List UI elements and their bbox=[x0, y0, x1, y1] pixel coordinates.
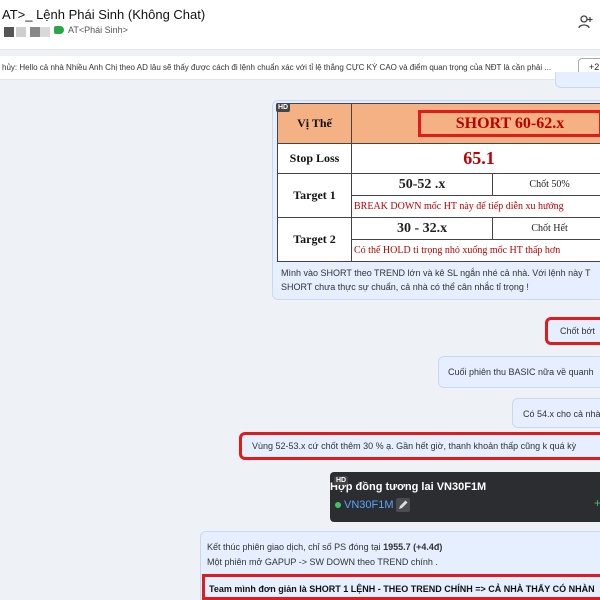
summary-prefix: Kết thúc phiên giao dịch, chỉ số PS đóng… bbox=[207, 542, 384, 552]
summary-line-3: Team mình đơn giản là SHORT 1 LỆNH - THE… bbox=[202, 574, 600, 600]
contract-card[interactable] bbox=[330, 472, 600, 522]
card-code[interactable]: VN30F1M bbox=[344, 499, 394, 511]
message-bubble[interactable] bbox=[555, 72, 600, 88]
chat-title[interactable]: AT>_ Lệnh Phái Sinh (Không Chat) bbox=[2, 7, 205, 22]
target2-value: 30 - 32.x bbox=[350, 217, 494, 240]
member-avatar-4[interactable] bbox=[40, 27, 50, 37]
chat-header: AT>_ Lệnh Phái Sinh (Không Chat) AT<Phái… bbox=[0, 0, 600, 50]
message-chot-bot[interactable]: Chốt bớt bbox=[545, 317, 600, 345]
hd-badge: HD bbox=[276, 103, 291, 112]
label-tag[interactable]: AT<Phái Sinh> bbox=[68, 25, 128, 35]
index-close-value: 1955.7 (+4.4đ) bbox=[383, 542, 443, 552]
target1-note: BREAK DOWN mốc HT này để tiếp diễn xu hư… bbox=[351, 195, 600, 218]
summary-line-1: Kết thúc phiên giao dịch, chỉ số PS đóng… bbox=[207, 542, 442, 552]
target2-label: Target 2 bbox=[277, 217, 352, 262]
member-avatar-1[interactable] bbox=[4, 27, 14, 37]
vithe-value: SHORT 60-62.x bbox=[418, 110, 600, 137]
add-member-icon[interactable] bbox=[578, 14, 594, 30]
signal-table[interactable]: Vị Thế SHORT 60-62.x Stop Loss 65.1 Targ… bbox=[277, 103, 600, 262]
message-cuoi-phien[interactable]: Cuối phiên thu BASIC nữa về quanh bbox=[438, 356, 600, 388]
tag-icon bbox=[54, 26, 64, 34]
image-caption: Mình vào SHORT theo TREND lớn và kê SL n… bbox=[281, 268, 591, 292]
stoploss-label: Stop Loss bbox=[277, 143, 352, 174]
card-hd-badge: HD bbox=[334, 476, 349, 485]
target1-value: 50-52 .x bbox=[350, 173, 494, 196]
member-avatar-3[interactable] bbox=[30, 27, 40, 37]
status-dot-icon bbox=[335, 502, 341, 508]
target2-note: Có thể HOLD tỉ trọng nhỏ xuống mốc HT th… bbox=[351, 239, 600, 262]
target2-action: Chốt Hết bbox=[492, 217, 600, 240]
pencil-icon[interactable] bbox=[396, 498, 410, 512]
pinned-message-text: hủy: Hello cả nhà Nhiều Anh Chị theo AD … bbox=[2, 63, 552, 72]
stoploss-value: 65.1 bbox=[351, 143, 600, 174]
target1-action: Chốt 50% bbox=[492, 173, 600, 196]
target1-label: Target 1 bbox=[277, 173, 352, 218]
message-vung-52[interactable]: Vùng 52-53.x cứ chốt thêm 30 % ạ. Gần hế… bbox=[239, 432, 600, 460]
card-title[interactable]: Hợp đồng tương lai VN30F1M bbox=[330, 481, 486, 493]
card-plus[interactable]: + bbox=[594, 496, 600, 510]
summary-line-2: Một phiên mở GAPUP -> SW DOWN theo TREND… bbox=[207, 557, 438, 567]
pinned-message-bar[interactable]: hủy: Hello cả nhà Nhiều Anh Chị theo AD … bbox=[0, 56, 600, 80]
message-co-54[interactable]: Có 54.x cho cả nhà bbox=[512, 398, 600, 428]
member-avatar-2[interactable] bbox=[16, 27, 26, 37]
